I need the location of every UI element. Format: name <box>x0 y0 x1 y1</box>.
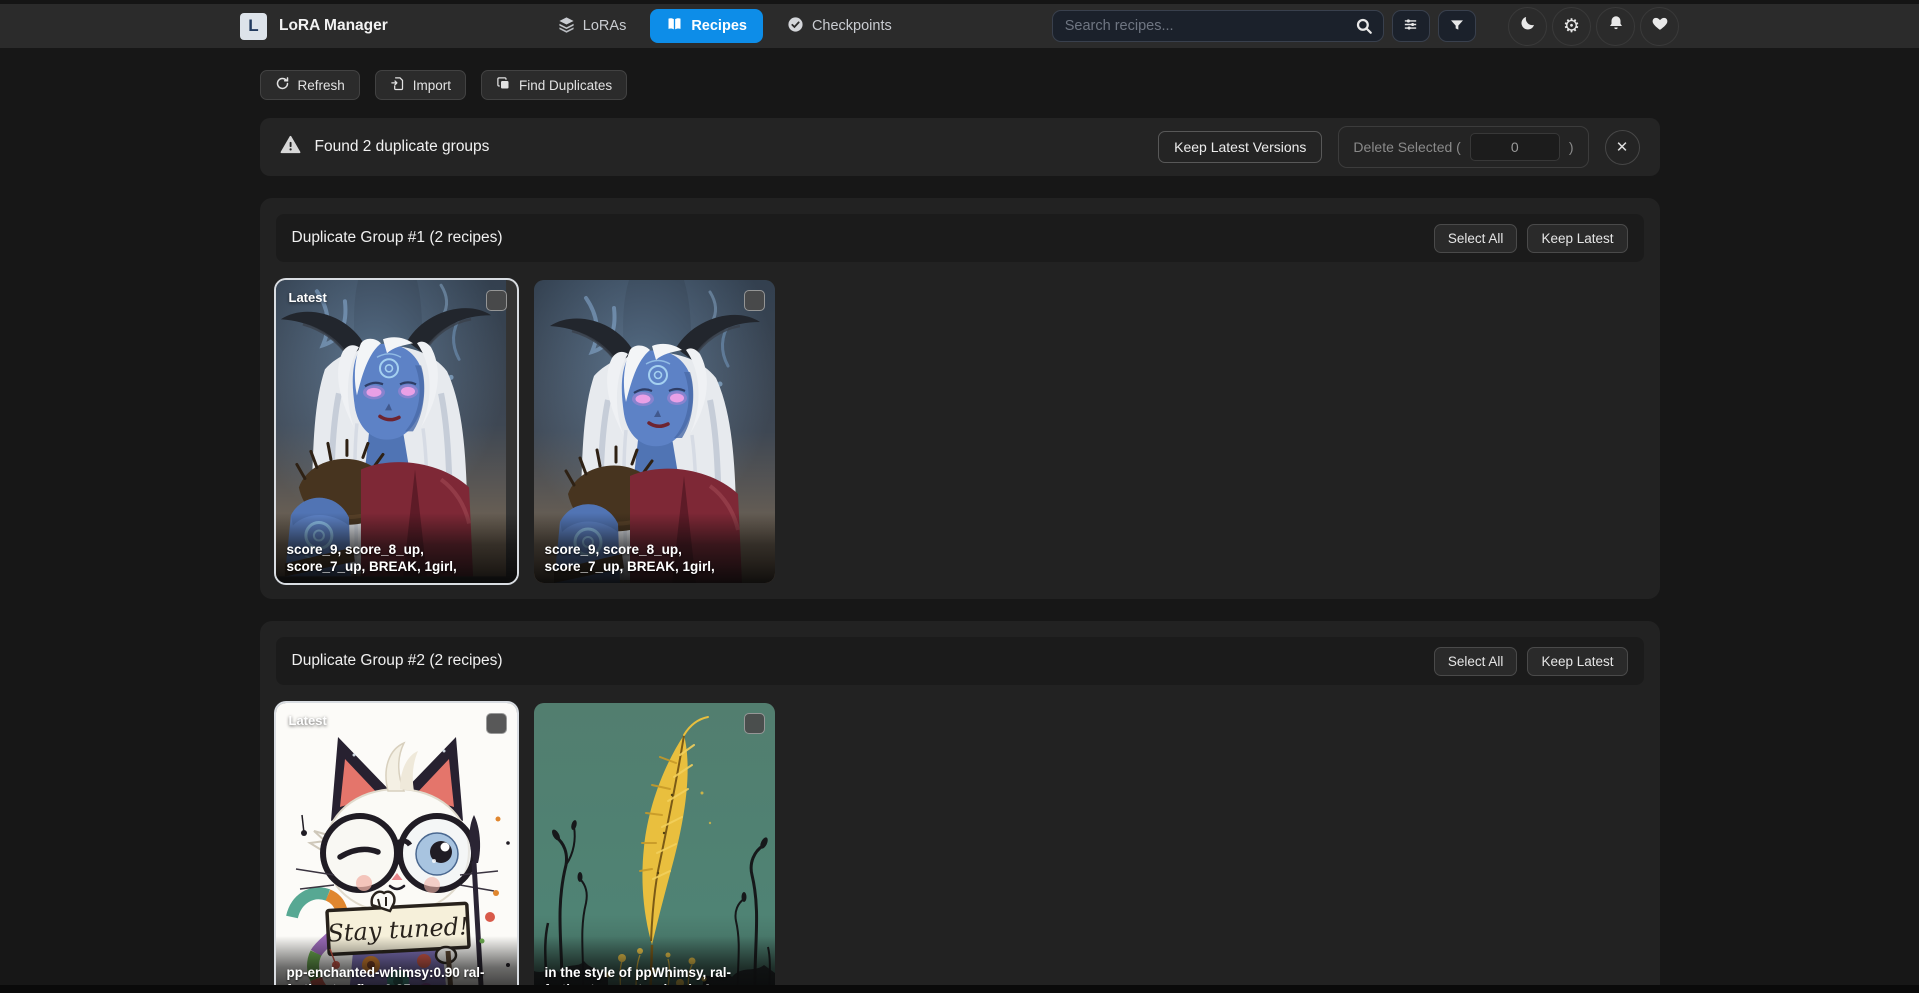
import-button[interactable]: Import <box>375 70 466 100</box>
nav-recipes-label: Recipes <box>691 18 747 34</box>
find-duplicates-button[interactable]: Find Duplicates <box>481 70 627 100</box>
group-1-title: Duplicate Group #1 (2 recipes) <box>292 229 503 247</box>
group-1-header: Duplicate Group #1 (2 recipes) Select Al… <box>276 214 1644 262</box>
keep-latest-versions-button[interactable]: Keep Latest Versions <box>1158 131 1322 163</box>
group-2-keep-latest-button[interactable]: Keep Latest <box>1527 647 1627 676</box>
refresh-button[interactable]: Refresh <box>260 70 360 100</box>
import-icon <box>390 76 405 94</box>
notifications-button[interactable] <box>1596 7 1635 46</box>
support-button[interactable] <box>1640 7 1679 46</box>
nav-checkpoints-label: Checkpoints <box>812 18 892 34</box>
card-checkbox[interactable] <box>486 290 507 311</box>
group-2-title: Duplicate Group #2 (2 recipes) <box>292 652 503 670</box>
nav-recipes[interactable]: Recipes <box>650 9 763 43</box>
search-input[interactable] <box>1052 10 1384 42</box>
main-nav: LoRAs Recipes Checkpoint <box>548 9 902 44</box>
theme-toggle-button[interactable] <box>1508 7 1547 46</box>
card-caption: score_9, score_8_up, score_7_up, BREAK, … <box>534 513 775 583</box>
nav-loras[interactable]: LoRAs <box>548 9 637 44</box>
card-caption: score_9, score_8_up, score_7_up, BREAK, … <box>276 513 517 583</box>
filter-button[interactable] <box>1438 10 1476 42</box>
search-container <box>1052 10 1384 42</box>
moon-icon <box>1519 14 1537 38</box>
recipes-toolbar: Refresh Import Find Duplicates <box>260 70 1660 100</box>
banner-close-button[interactable]: ✕ <box>1605 130 1640 165</box>
recipe-card[interactable]: score_9, score_8_up, score_7_up, BREAK, … <box>534 280 775 583</box>
search-options-button[interactable] <box>1392 10 1430 42</box>
delete-count-input[interactable] <box>1470 133 1560 161</box>
sliders-icon <box>1402 16 1419 36</box>
card-checkbox[interactable] <box>744 713 765 734</box>
card-checkbox[interactable] <box>486 713 507 734</box>
app-logo: L <box>240 13 267 40</box>
import-label: Import <box>413 78 451 93</box>
settings-button[interactable]: ⚙ <box>1552 7 1591 46</box>
heart-icon <box>1651 15 1669 38</box>
app-title: LoRA Manager <box>279 17 388 35</box>
latest-badge: Latest <box>289 713 327 728</box>
group-2-select-all-button[interactable]: Select All <box>1434 647 1518 676</box>
duplicate-group-2: Duplicate Group #2 (2 recipes) Select Al… <box>260 621 1660 993</box>
check-circle-icon <box>787 16 804 37</box>
group-1-keep-latest-button[interactable]: Keep Latest <box>1527 224 1627 253</box>
find-duplicates-label: Find Duplicates <box>519 78 612 93</box>
book-icon <box>666 16 683 36</box>
bell-icon <box>1607 14 1625 38</box>
recipe-card[interactable]: in the style of ppWhimsy, ral-frctlgmtry… <box>534 703 775 993</box>
banner-message: Found 2 duplicate groups <box>315 138 490 156</box>
copy-icon <box>496 76 511 94</box>
delete-selected-button[interactable]: Delete Selected ( ) <box>1338 126 1588 168</box>
group-1-select-all-button[interactable]: Select All <box>1434 224 1518 253</box>
window-bottom-edge <box>0 985 1919 993</box>
duplicates-banner: Found 2 duplicate groups Keep Latest Ver… <box>260 118 1660 176</box>
card-checkbox[interactable] <box>744 290 765 311</box>
funnel-icon <box>1449 17 1465 36</box>
refresh-label: Refresh <box>298 78 345 93</box>
duplicate-group-1: Duplicate Group #1 (2 recipes) Select Al… <box>260 198 1660 599</box>
close-icon: ✕ <box>1616 138 1629 156</box>
delete-selected-label-suffix: ) <box>1569 139 1574 155</box>
group-2-header: Duplicate Group #2 (2 recipes) Select Al… <box>276 637 1644 685</box>
app-header: L LoRA Manager LoRAs <box>0 4 1919 48</box>
gear-icon: ⚙ <box>1563 15 1580 38</box>
refresh-icon <box>275 76 290 94</box>
nav-loras-label: LoRAs <box>583 18 627 34</box>
delete-selected-label-prefix: Delete Selected ( <box>1353 139 1460 155</box>
latest-badge: Latest <box>289 290 327 305</box>
recipe-card[interactable]: Latest score_9, score_8_up, score_7_up, … <box>276 280 517 583</box>
warning-icon <box>280 135 301 159</box>
search-icon <box>1355 17 1373 40</box>
nav-checkpoints[interactable]: Checkpoints <box>777 9 902 44</box>
layers-icon <box>558 16 575 37</box>
recipe-card[interactable]: Latest pp-enchanted-whimsy:0.90 ral-frct… <box>276 703 517 993</box>
